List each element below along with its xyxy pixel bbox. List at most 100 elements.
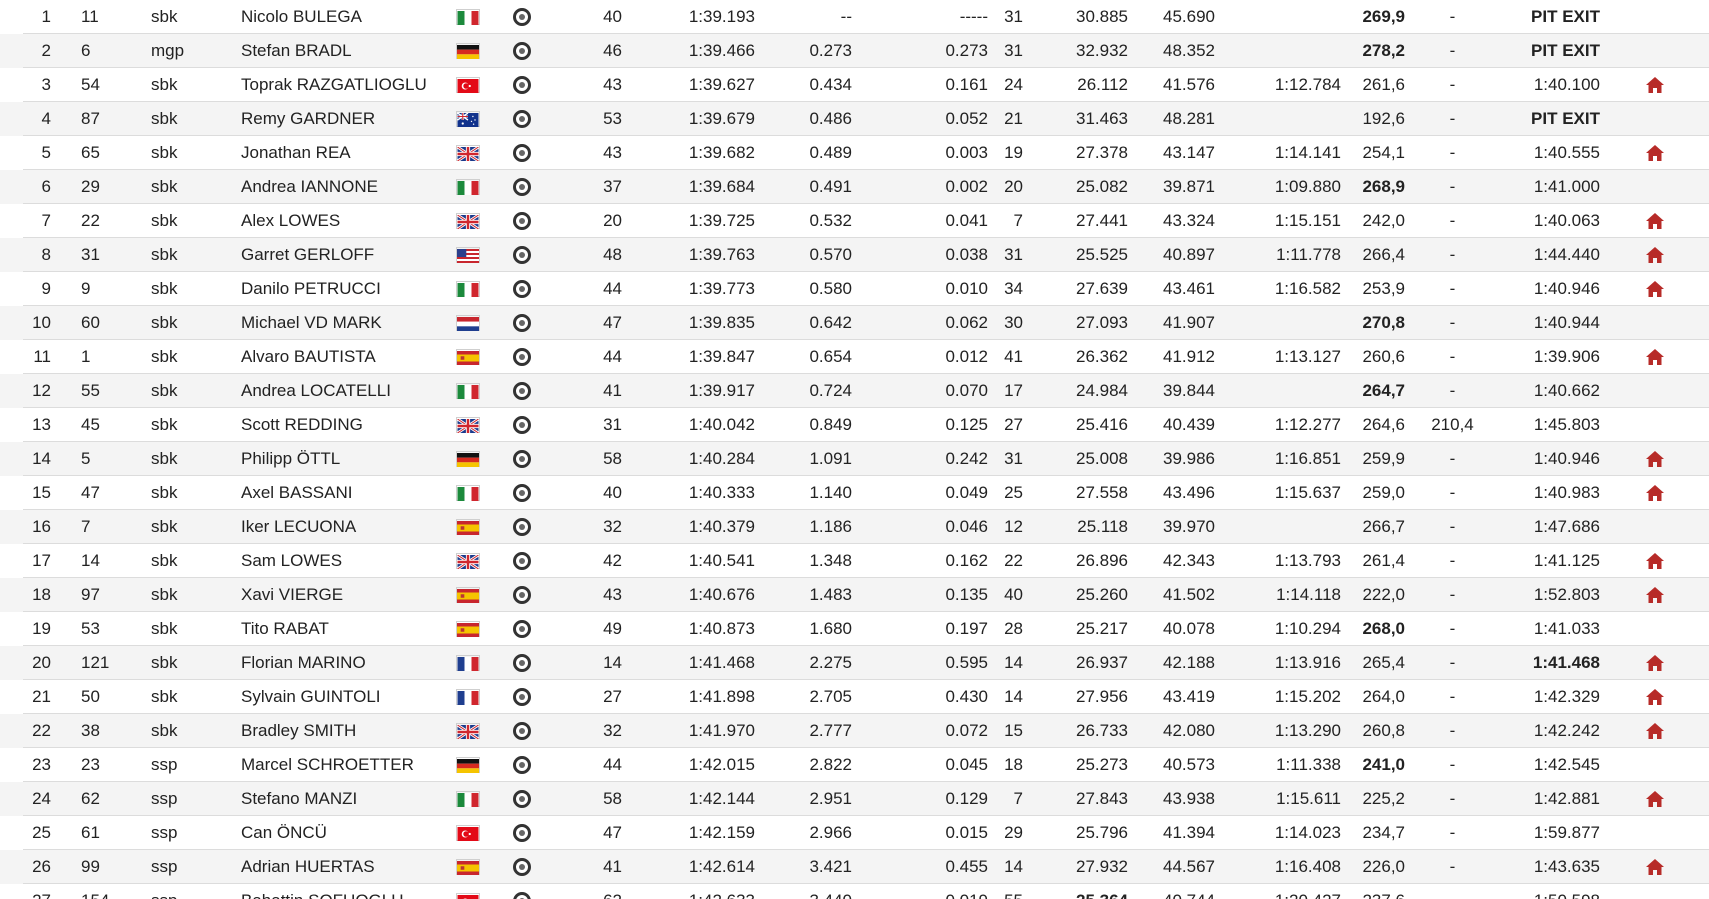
- best-lap-link[interactable]: 1:40.873: [622, 611, 755, 646]
- rider-name-link[interactable]: Sam LOWES: [203, 543, 444, 578]
- best-lap-link[interactable]: 1:39.627: [622, 67, 755, 102]
- rider-name-link[interactable]: Florian MARINO: [203, 645, 444, 680]
- sector1-link[interactable]: 27.441: [1023, 203, 1128, 238]
- rider-name-link[interactable]: Scott REDDING: [203, 407, 444, 442]
- sector2-link[interactable]: 42.188: [1128, 645, 1215, 680]
- rider-name-link[interactable]: Axel BASSANI: [203, 475, 444, 510]
- sector2-link[interactable]: 39.986: [1128, 441, 1215, 476]
- table-row[interactable]: 10 60 sbk Michael VD MARK 47 1:39.835 0.642 0.0…: [0, 305, 1709, 340]
- sector3-link[interactable]: 1:16.408: [1215, 849, 1341, 884]
- sector2-link[interactable]: 45.690: [1128, 0, 1215, 34]
- best-lap-link[interactable]: 1:39.193: [622, 0, 755, 34]
- sector3-link[interactable]: [1215, 509, 1341, 544]
- rider-name-link[interactable]: Can ÖNCÜ: [203, 815, 444, 850]
- sector2-link[interactable]: 43.461: [1128, 271, 1215, 306]
- rider-number-link[interactable]: 55: [53, 373, 115, 408]
- rider-number-link[interactable]: 60: [53, 305, 115, 340]
- sector1-link[interactable]: 31.463: [1023, 101, 1128, 136]
- rider-number-link[interactable]: 53: [53, 611, 115, 646]
- sector3-link[interactable]: 1:13.127: [1215, 339, 1341, 374]
- sector2-link[interactable]: 40.897: [1128, 237, 1215, 272]
- rider-name-link[interactable]: Stefano MANZI: [203, 781, 444, 816]
- sector1-link[interactable]: 26.112: [1023, 67, 1128, 102]
- rider-number-link[interactable]: 1: [53, 339, 115, 374]
- table-row[interactable]: 15 47 sbk Axel BASSANI 40 1:40.333 1.140 0.049 2…: [0, 475, 1709, 510]
- table-row[interactable]: 2 6 mgp Stefan BRADL 46 1:39.466 0.273 0.273 31 3…: [0, 33, 1709, 68]
- sector3-link[interactable]: 1:09.880: [1215, 169, 1341, 204]
- sector1-link[interactable]: 25.416: [1023, 407, 1128, 442]
- sector2-link[interactable]: 41.907: [1128, 305, 1215, 340]
- sector3-link[interactable]: 1:15.637: [1215, 475, 1341, 510]
- sector1-link[interactable]: 25.525: [1023, 237, 1128, 272]
- rider-number-link[interactable]: 47: [53, 475, 115, 510]
- table-row[interactable]: 6 29 sbk Andrea IANNONE 37 1:39.684 0.491 0.002…: [0, 169, 1709, 204]
- sector1-link[interactable]: 26.362: [1023, 339, 1128, 374]
- rider-name-link[interactable]: Xavi VIERGE: [203, 577, 444, 612]
- rider-name-link[interactable]: Andrea LOCATELLI: [203, 373, 444, 408]
- sector3-link[interactable]: 1:14.141: [1215, 135, 1341, 170]
- best-lap-link[interactable]: 1:40.676: [622, 577, 755, 612]
- sector1-link[interactable]: 27.093: [1023, 305, 1128, 340]
- rider-name-link[interactable]: Nicolo BULEGA: [203, 0, 444, 34]
- sector3-link[interactable]: 1:15.611: [1215, 781, 1341, 816]
- sector2-link[interactable]: 43.419: [1128, 679, 1215, 714]
- sector1-link[interactable]: 25.008: [1023, 441, 1128, 476]
- best-lap-link[interactable]: 1:40.042: [622, 407, 755, 442]
- table-row[interactable]: 18 97 sbk Xavi VIERGE 43 1:40.676 1.483 0.135 40…: [0, 577, 1709, 612]
- rider-number-link[interactable]: 9: [53, 271, 115, 306]
- sector3-link[interactable]: 1:15.151: [1215, 203, 1341, 238]
- best-lap-link[interactable]: 1:40.379: [622, 509, 755, 544]
- sector1-link[interactable]: 25.273: [1023, 747, 1128, 782]
- rider-name-link[interactable]: Andrea IANNONE: [203, 169, 444, 204]
- table-row[interactable]: 20 121 sbk Florian MARINO 14 1:41.468 2.275 0.5…: [0, 645, 1709, 680]
- sector1-link[interactable]: 26.896: [1023, 543, 1128, 578]
- best-lap-link[interactable]: 1:39.835: [622, 305, 755, 340]
- rider-number-link[interactable]: 99: [53, 849, 115, 884]
- rider-number-link[interactable]: 97: [53, 577, 115, 612]
- rider-name-link[interactable]: Adrian HUERTAS: [203, 849, 444, 884]
- sector1-link[interactable]: 27.956: [1023, 679, 1128, 714]
- sector1-link[interactable]: 25.796: [1023, 815, 1128, 850]
- table-row[interactable]: 12 55 sbk Andrea LOCATELLI 41 1:39.917 0.724 0.…: [0, 373, 1709, 408]
- rider-number-link[interactable]: 61: [53, 815, 115, 850]
- rider-number-link[interactable]: 22: [53, 203, 115, 238]
- table-row[interactable]: 7 22 sbk Alex LOWES 20 1:39.725 0.532 0.041 7 27.…: [0, 203, 1709, 238]
- best-lap-link[interactable]: 1:39.847: [622, 339, 755, 374]
- sector2-link[interactable]: 41.576: [1128, 67, 1215, 102]
- sector3-link[interactable]: 1:13.290: [1215, 713, 1341, 748]
- table-row[interactable]: 13 45 sbk Scott REDDING 31 1:40.042 0.849 0.125…: [0, 407, 1709, 442]
- rider-number-link[interactable]: 121: [53, 645, 115, 680]
- rider-number-link[interactable]: 50: [53, 679, 115, 714]
- sector2-link[interactable]: 43.938: [1128, 781, 1215, 816]
- best-lap-link[interactable]: 1:41.970: [622, 713, 755, 748]
- table-row[interactable]: 11 1 sbk Alvaro BAUTISTA 44 1:39.847 0.654 0.01…: [0, 339, 1709, 374]
- sector3-link[interactable]: 1:10.294: [1215, 611, 1341, 646]
- best-lap-link[interactable]: 1:42.144: [622, 781, 755, 816]
- rider-name-link[interactable]: Jonathan REA: [203, 135, 444, 170]
- table-row[interactable]: 9 9 sbk Danilo PETRUCCI 44 1:39.773 0.580 0.010…: [0, 271, 1709, 306]
- best-lap-link[interactable]: 1:41.468: [622, 645, 755, 680]
- sector1-link[interactable]: 25.082: [1023, 169, 1128, 204]
- sector3-link[interactable]: 1:13.916: [1215, 645, 1341, 680]
- best-lap-link[interactable]: 1:41.898: [622, 679, 755, 714]
- table-row[interactable]: 19 53 sbk Tito RABAT 49 1:40.873 1.680 0.197 28 2…: [0, 611, 1709, 646]
- sector3-link[interactable]: 1:13.793: [1215, 543, 1341, 578]
- sector1-link[interactable]: 27.932: [1023, 849, 1128, 884]
- rider-name-link[interactable]: Philipp ÖTTL: [203, 441, 444, 476]
- table-row[interactable]: 4 87 sbk Remy GARDNER 53 1:39.679 0.486 0.052 21…: [0, 101, 1709, 136]
- rider-name-link[interactable]: Sylvain GUINTOLI: [203, 679, 444, 714]
- sector3-link[interactable]: 1:12.277: [1215, 407, 1341, 442]
- sector3-link[interactable]: 1:20.427: [1215, 883, 1341, 899]
- rider-number-link[interactable]: 29: [53, 169, 115, 204]
- table-row[interactable]: 16 7 sbk Iker LECUONA 32 1:40.379 1.186 0.046 12…: [0, 509, 1709, 544]
- best-lap-link[interactable]: 1:39.466: [622, 33, 755, 68]
- table-row[interactable]: 23 23 ssp Marcel SCHROETTER 44 1:42.015 2.822 0…: [0, 747, 1709, 782]
- sector1-link[interactable]: 26.733: [1023, 713, 1128, 748]
- best-lap-link[interactable]: 1:39.684: [622, 169, 755, 204]
- sector2-link[interactable]: 48.281: [1128, 101, 1215, 136]
- sector3-link[interactable]: 1:16.582: [1215, 271, 1341, 306]
- best-lap-link[interactable]: 1:42.614: [622, 849, 755, 884]
- best-lap-link[interactable]: 1:42.633: [622, 883, 755, 899]
- sector2-link[interactable]: 39.970: [1128, 509, 1215, 544]
- rider-name-link[interactable]: Toprak RAZGATLIOGLU: [203, 67, 444, 102]
